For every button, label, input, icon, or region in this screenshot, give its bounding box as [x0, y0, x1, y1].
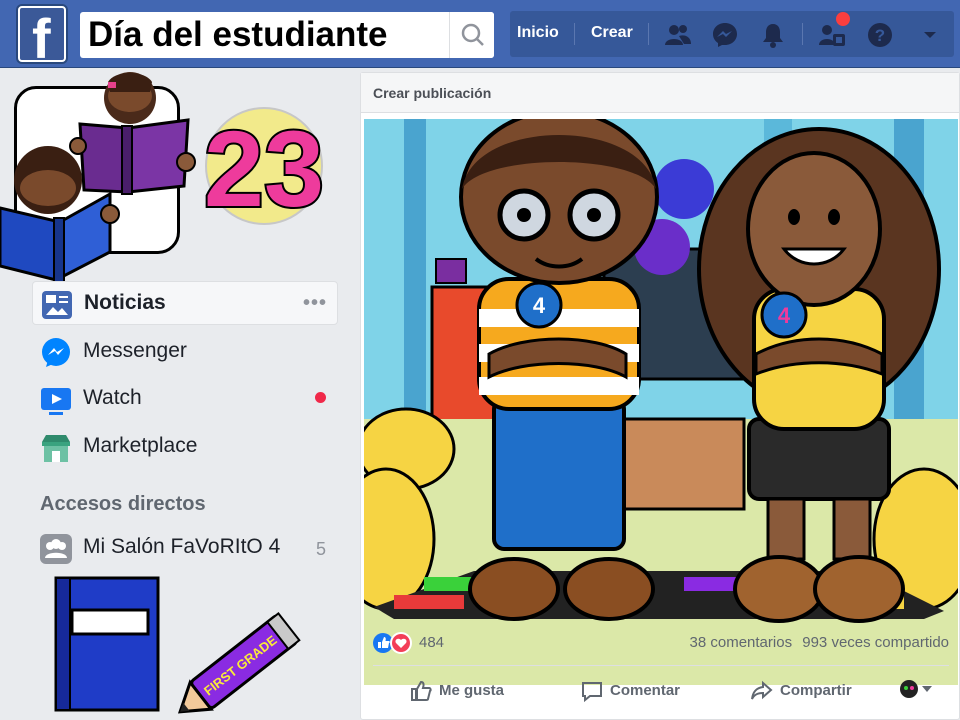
svg-text:4: 4 [533, 293, 546, 318]
shortcut-item-group[interactable]: Mi Salón FaVoRItO 4 [32, 526, 332, 570]
reaction-count[interactable]: 484 [419, 634, 444, 651]
share-button[interactable]: Compartir [750, 677, 870, 707]
search-input[interactable]: Día del estudiante [80, 12, 494, 58]
search-icon [461, 23, 484, 46]
comment-icon [582, 682, 602, 703]
messenger-icon [42, 338, 70, 367]
create-link[interactable]: Crear [591, 24, 633, 42]
kids-reading-illustration [0, 72, 196, 283]
like-button[interactable]: Me gusta [409, 677, 519, 707]
share-label: Compartir [780, 682, 852, 699]
sidebar-item-noticias[interactable]: Noticias ••• [32, 281, 338, 325]
comment-label: Comentar [610, 682, 681, 699]
caret-down-icon[interactable] [915, 20, 945, 50]
reactions-row: 484 38 comentarios 993 veces compartido [373, 631, 949, 657]
sidebar-item-watch[interactable]: Watch [32, 377, 338, 421]
news-feed-icon [42, 291, 72, 319]
nav-right: Inicio Crear ? [510, 11, 954, 57]
avatar-icon [900, 680, 918, 698]
students-illustration: 4 4 [364, 119, 958, 685]
shortcut-count-badge: 5 [316, 539, 327, 559]
sidebar-item-marketplace[interactable]: Marketplace [32, 425, 338, 469]
like-label: Me gusta [439, 682, 505, 699]
watch-icon [41, 388, 71, 415]
sidebar-item-label: Watch [83, 386, 142, 409]
sidebar-item-label: Marketplace [83, 434, 198, 457]
badge-number-23: 23 [202, 106, 326, 230]
thumbs-up-icon [411, 680, 432, 701]
nav-divider [648, 23, 649, 45]
facebook-logo[interactable]: f [18, 6, 66, 70]
svg-text:23: 23 [204, 108, 324, 229]
comment-button[interactable]: Comentar [580, 677, 700, 707]
caret-down-icon [922, 686, 932, 692]
new-content-dot [315, 392, 326, 403]
engagement-stats: 38 comentarios 993 veces compartido [684, 634, 949, 651]
post-image[interactable]: 4 4 [364, 119, 958, 685]
top-bar: f Día del estudiante Inicio Crear ? [0, 0, 960, 70]
bell-icon[interactable] [758, 20, 788, 50]
audience-selector[interactable] [899, 677, 939, 707]
notification-dot [836, 12, 850, 26]
nav-divider [574, 23, 575, 45]
more-options-icon[interactable]: ••• [303, 292, 327, 315]
friends-icon[interactable] [663, 20, 693, 50]
home-link[interactable]: Inicio [517, 24, 559, 42]
create-post-label: Crear publicación [373, 85, 492, 101]
svg-text:4: 4 [778, 303, 791, 328]
svg-text:?: ? [875, 26, 885, 45]
shortcuts-heading: Accesos directos [40, 493, 206, 515]
group-icon [40, 534, 72, 564]
sidebar-item-label: Noticias [84, 291, 166, 314]
help-icon[interactable]: ? [865, 20, 895, 50]
sidebar-item-messenger[interactable]: Messenger [32, 330, 338, 374]
post-divider [373, 665, 949, 666]
share-icon [751, 680, 773, 700]
messenger-icon[interactable] [710, 20, 740, 50]
shares-count[interactable]: 993 veces compartido [802, 634, 949, 651]
sidebar-item-label: Messenger [83, 339, 187, 362]
shortcut-label: Mi Salón FaVoRItO 4 [83, 535, 281, 558]
post-card: Crear publicación 4 4 484 38 comentarios… [360, 72, 960, 720]
reaction-icons[interactable] [373, 632, 417, 654]
create-post-header[interactable]: Crear publicación [361, 73, 959, 113]
search-button[interactable] [449, 12, 494, 58]
marketplace-icon [42, 435, 70, 462]
comments-count[interactable]: 38 comentarios [690, 634, 793, 651]
search-query: Día del estudiante [88, 15, 388, 54]
nav-divider [802, 23, 803, 45]
notebook-and-pencil-illustration: FIRST GRADE [54, 576, 301, 714]
